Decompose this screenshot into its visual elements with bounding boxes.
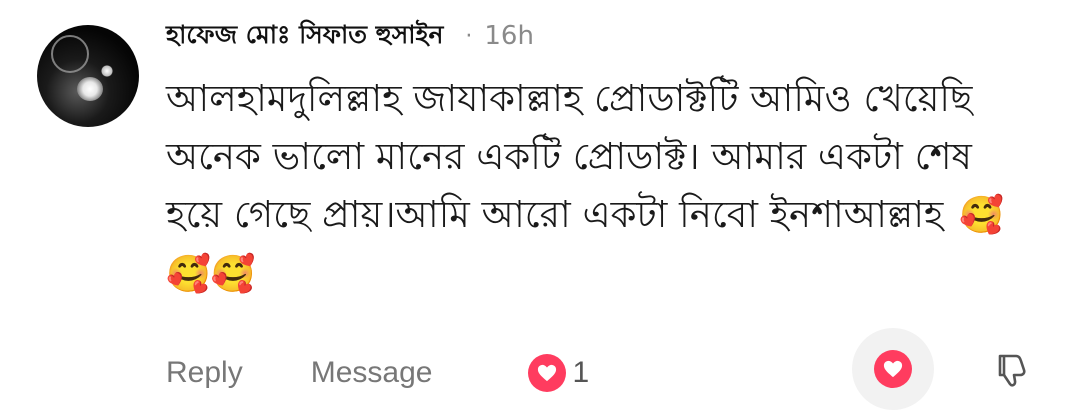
avatar-flower-small bbox=[101, 65, 113, 77]
like-button[interactable] bbox=[852, 328, 934, 410]
comment-header: হাফেজ মোঃ সিফাত হুসাইন · 16h bbox=[166, 16, 534, 56]
separator-dot: · bbox=[465, 23, 473, 49]
message-button[interactable]: Message bbox=[311, 356, 433, 390]
heart-icon bbox=[874, 350, 912, 388]
reaction-count: 1 bbox=[572, 356, 590, 389]
avatar-calligraphy bbox=[51, 35, 89, 73]
author-name[interactable]: হাফেজ মোঃ সিফাত হুসাইন bbox=[166, 15, 443, 58]
avatar-flower bbox=[77, 77, 103, 101]
thumbs-down-icon bbox=[998, 354, 1026, 387]
reaction-summary[interactable]: 1 bbox=[528, 354, 589, 392]
reply-button[interactable]: Reply bbox=[166, 356, 243, 390]
dislike-button[interactable] bbox=[990, 348, 1034, 392]
comment-text: আলহামদুলিল্লাহ জাযাকাল্লাহ প্রোডাক্টটি আ… bbox=[166, 70, 1006, 304]
timestamp: 16h bbox=[484, 21, 534, 51]
comment-body: আলহামদুলিল্লাহ জাযাকাল্লাহ প্রোডাক্টটি আ… bbox=[166, 77, 973, 236]
avatar[interactable] bbox=[37, 25, 139, 127]
comment-actions: Reply Message 1 bbox=[166, 350, 589, 396]
heart-icon bbox=[528, 354, 567, 392]
